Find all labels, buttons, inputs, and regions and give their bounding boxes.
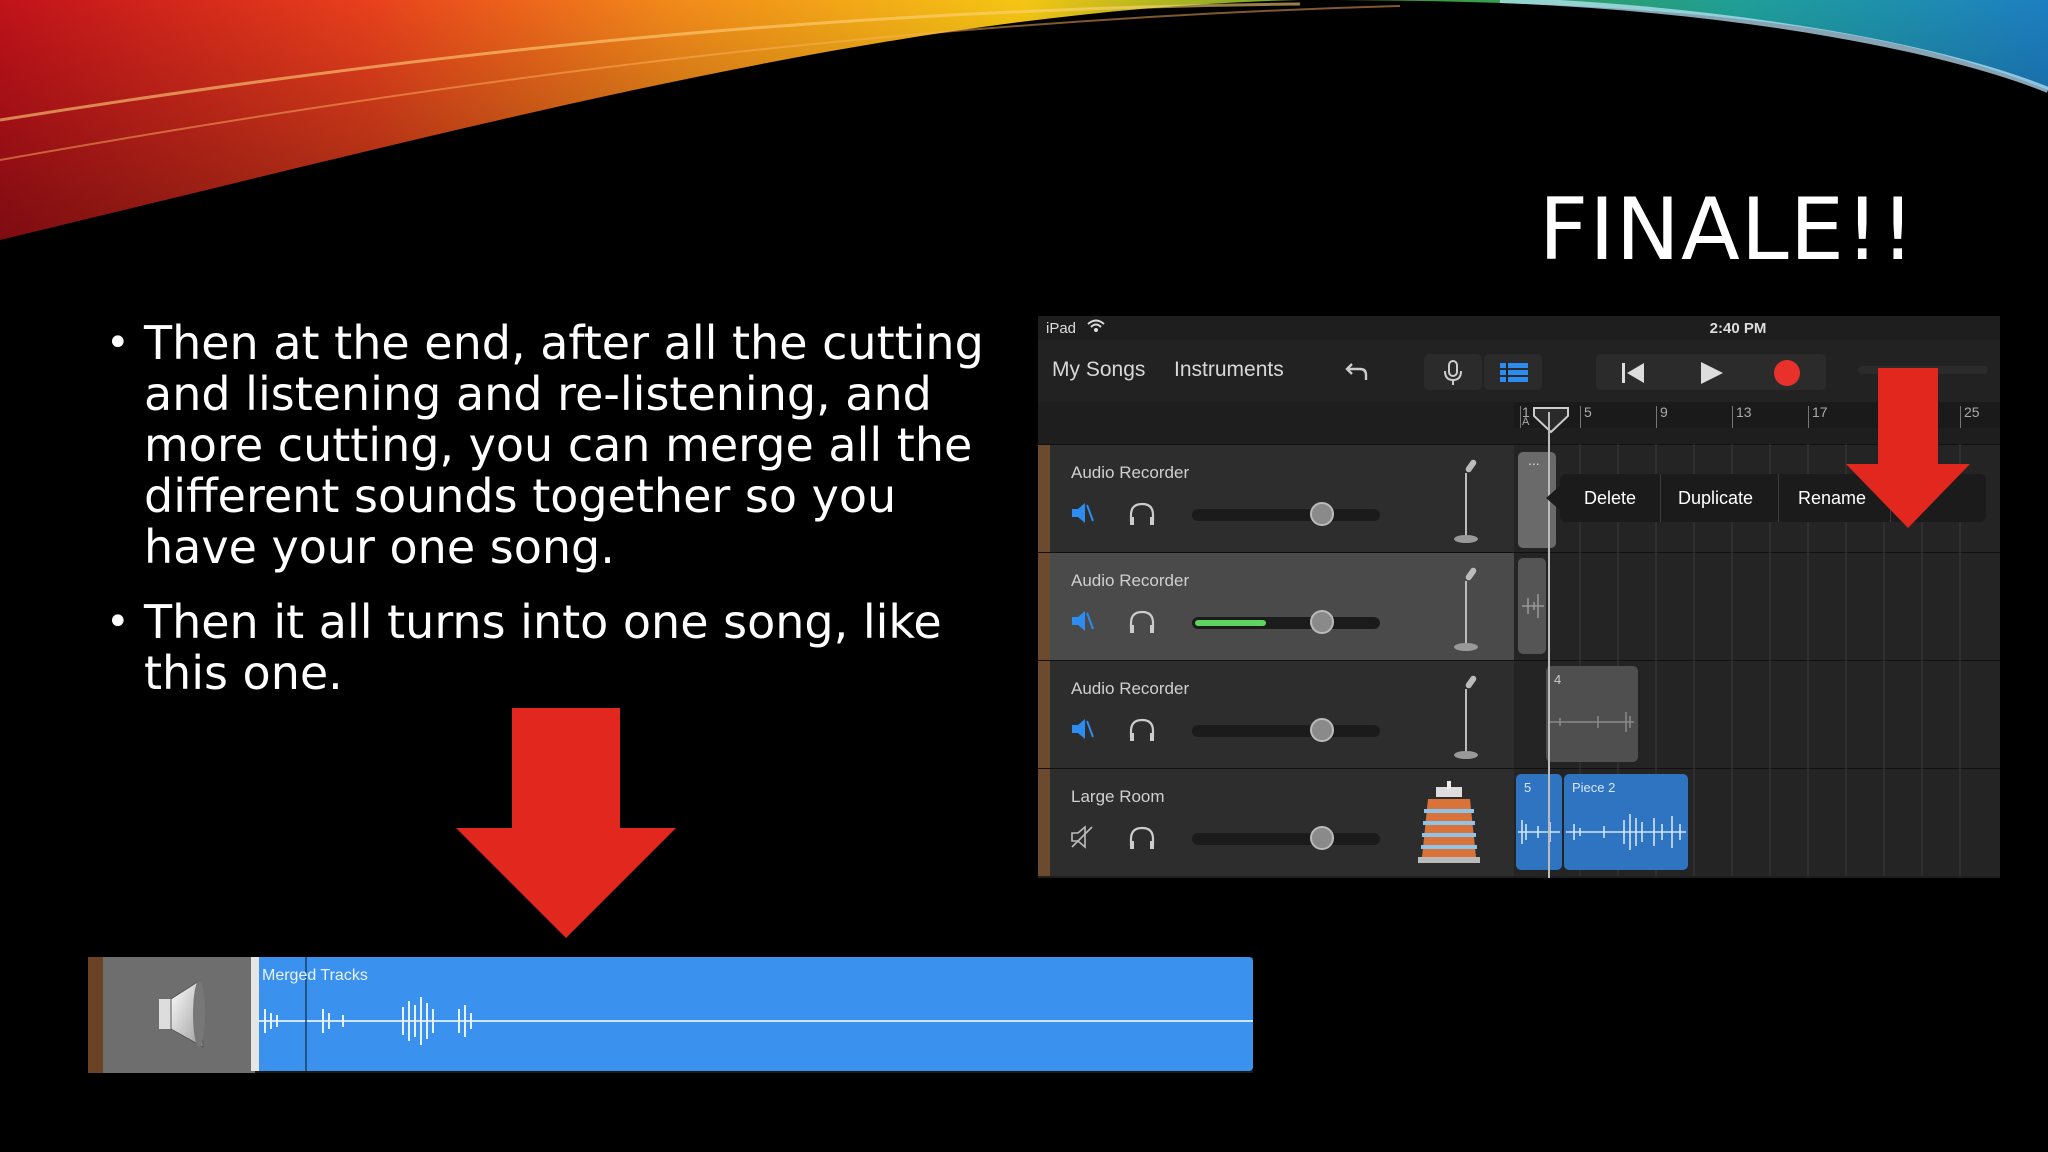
ruler-marker-label: A — [1522, 416, 1530, 428]
slide: FINALE!! • Then at the end, after all th… — [0, 0, 2048, 1152]
ruler-tick — [1732, 406, 1733, 428]
tracks-view-icon — [1500, 363, 1528, 382]
down-arrow-icon — [1846, 368, 1970, 528]
tracks-view-button[interactable] — [1484, 354, 1542, 390]
instruments-button[interactable]: Instruments — [1174, 358, 1284, 382]
volume-slider[interactable] — [1192, 502, 1380, 526]
bullet-item: • Then it all turns into one song, like … — [100, 597, 1000, 699]
play-icon[interactable] — [1696, 360, 1726, 386]
room-instrument-icon — [1418, 781, 1480, 863]
slide-title: FINALE!! — [1538, 180, 1916, 280]
volume-knob[interactable] — [1309, 502, 1334, 526]
headphones-icon[interactable] — [1127, 717, 1157, 743]
track-name: Audio Recorder — [1071, 463, 1190, 482]
status-time: 2:40 PM — [1709, 320, 1767, 337]
level-meter — [1195, 620, 1267, 626]
track-header-selected[interactable]: Audio Recorder — [1038, 552, 1514, 660]
menu-divider — [1778, 474, 1779, 522]
microphone-stand-icon — [1454, 459, 1478, 543]
volume-slider[interactable] — [1192, 718, 1380, 742]
bullet-text: Then at the end, after all the cutting a… — [144, 316, 984, 574]
track-color-strip — [1038, 769, 1050, 876]
playhead-line — [1548, 412, 1550, 878]
ruler-label: 9 — [1660, 404, 1668, 420]
track-header[interactable]: Audio Recorder — [1038, 444, 1514, 552]
waveform-icon — [1522, 594, 1544, 618]
track-header[interactable]: Audio Recorder — [1038, 660, 1514, 768]
volume-slider[interactable] — [1192, 826, 1380, 850]
track-name: Audio Recorder — [1071, 679, 1190, 698]
down-arrow-icon — [456, 708, 676, 938]
transport-controls — [1596, 354, 1826, 390]
ruler-label: 5 — [1584, 404, 1592, 420]
wifi-icon — [1087, 319, 1105, 336]
region-label: Piece 2 — [1572, 780, 1616, 795]
menu-divider — [1660, 474, 1661, 522]
bullet-glyph: • — [106, 599, 130, 645]
instrument-view-button[interactable] — [1424, 354, 1482, 390]
bullet-list: • Then at the end, after all the cutting… — [100, 318, 1000, 723]
merged-region-label: Merged Tracks — [262, 967, 368, 984]
bullet-item: • Then at the end, after all the cutting… — [100, 318, 1000, 573]
mute-speaker-icon[interactable] — [1070, 501, 1094, 525]
merged-track-strip: Merged Tracks — [88, 957, 1253, 1073]
rewind-icon[interactable] — [1618, 360, 1648, 386]
merged-audio-region[interactable] — [251, 957, 1253, 1071]
ruler-tick — [1808, 406, 1809, 428]
audio-region-piece[interactable]: Piece 2 — [1564, 774, 1688, 870]
delete-menu-item[interactable]: Delete — [1584, 488, 1636, 509]
device-label: iPad — [1046, 320, 1077, 337]
headphones-icon[interactable] — [1127, 825, 1157, 851]
ruler-tick — [1656, 406, 1657, 428]
bullet-glyph: • — [106, 320, 130, 366]
track-name: Large Room — [1071, 787, 1165, 806]
duplicate-menu-item[interactable]: Duplicate — [1678, 488, 1753, 509]
waveform-icon — [251, 957, 1253, 1071]
mute-speaker-outline-icon[interactable] — [1070, 825, 1094, 849]
track-color-strip — [88, 957, 103, 1073]
volume-knob[interactable] — [1309, 610, 1334, 634]
record-icon[interactable] — [1772, 358, 1802, 388]
bullet-text: Then it all turns into one song, like th… — [144, 595, 942, 700]
my-songs-button[interactable]: My Songs — [1052, 358, 1145, 382]
ruler-label: 13 — [1736, 404, 1752, 420]
track-header[interactable]: Large Room — [1038, 768, 1514, 876]
region-number: 5 — [1524, 780, 1532, 795]
track-icon-box — [103, 957, 255, 1073]
waveform-icon — [1518, 820, 1560, 844]
region-ellipsis: ... — [1528, 452, 1540, 468]
volume-knob[interactable] — [1309, 826, 1334, 850]
ruler-label: 17 — [1812, 404, 1828, 420]
region-number: 4 — [1554, 672, 1562, 687]
microphone-stand-icon — [1454, 567, 1478, 651]
audio-region[interactable] — [1518, 558, 1546, 654]
volume-knob[interactable] — [1309, 718, 1334, 742]
headphones-icon[interactable] — [1127, 501, 1157, 527]
track-color-strip — [1038, 553, 1050, 660]
track-color-strip — [1038, 445, 1050, 552]
microphone-stand-icon — [1454, 675, 1478, 759]
status-bar: iPad 2:40 PM — [1038, 316, 2000, 340]
track-color-strip — [1038, 661, 1050, 768]
microphone-icon — [1444, 360, 1462, 385]
headphones-icon[interactable] — [1127, 609, 1157, 635]
undo-icon[interactable] — [1342, 356, 1372, 386]
volume-slider[interactable] — [1192, 610, 1380, 634]
ruler-tick — [1580, 406, 1581, 428]
mute-speaker-icon[interactable] — [1070, 609, 1094, 633]
speaker-icon — [159, 980, 205, 1048]
mute-speaker-icon[interactable] — [1070, 717, 1094, 741]
ruler-tick — [1520, 406, 1521, 428]
track-name: Audio Recorder — [1071, 571, 1190, 590]
audio-region[interactable]: 4 — [1546, 666, 1638, 762]
playhead-handle-icon[interactable] — [1532, 406, 1570, 434]
audio-region[interactable]: 5 — [1516, 774, 1562, 870]
